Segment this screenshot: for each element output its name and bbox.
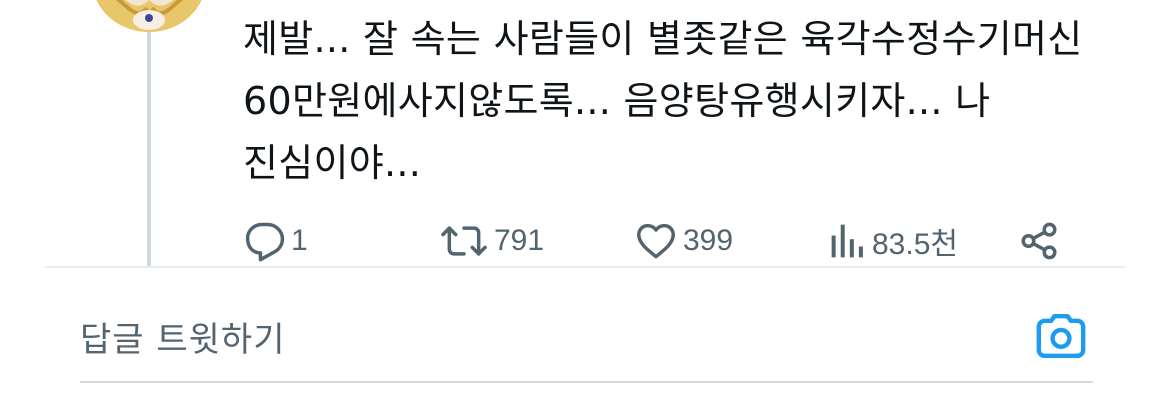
- camera-icon: [1032, 313, 1090, 368]
- tweet-action-bar: 1 791 399 83.5천: [243, 216, 1073, 266]
- reply-input-placeholder[interactable]: 답글 트윗하기: [80, 312, 286, 361]
- tweet-detail-view: 제발... 잘 속는 사람들이 별좃같은 육각수정수기머신 60만원에사지않도록…: [0, 0, 1170, 415]
- camera-button[interactable]: [1032, 308, 1090, 364]
- section-divider: [45, 266, 1125, 268]
- views-icon: [828, 219, 868, 263]
- share-icon: [1018, 219, 1060, 263]
- like-button[interactable]: 399: [633, 216, 733, 266]
- heart-icon: [633, 219, 679, 263]
- thread-connector-line: [147, 32, 151, 268]
- retweet-count: 791: [494, 224, 545, 257]
- reply-count: 1: [291, 224, 308, 257]
- retweet-button[interactable]: 791: [438, 216, 544, 266]
- reply-composer[interactable]: 답글 트윗하기: [80, 300, 1090, 378]
- composer-underline: [80, 381, 1093, 383]
- tweet-text: 제발... 잘 속는 사람들이 별좃같은 육각수정수기머신 60만원에사지않도록…: [243, 17, 1083, 185]
- reply-icon: [243, 219, 287, 263]
- views-count: 83.5천: [872, 228, 958, 261]
- views-button[interactable]: 83.5천: [828, 216, 958, 266]
- reply-button[interactable]: 1: [243, 216, 308, 266]
- avatar[interactable]: [92, 0, 206, 32]
- like-count: 399: [683, 224, 734, 257]
- retweet-icon: [438, 219, 490, 263]
- share-button[interactable]: [1018, 216, 1060, 266]
